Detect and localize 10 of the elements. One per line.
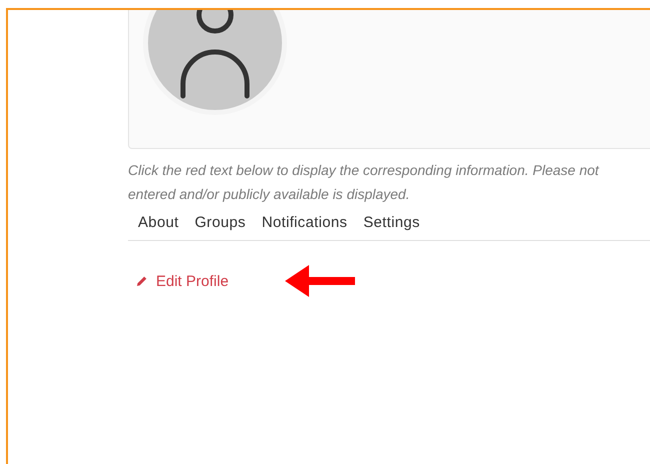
person-icon <box>180 10 250 100</box>
profile-tab[interactable]: Groups <box>186 209 254 235</box>
edit-profile-link[interactable]: Edit Profile <box>136 272 229 290</box>
instruction-text: entered and/or publicly available is displayed. <box>128 185 410 203</box>
profile-tab[interactable]: About <box>130 209 187 235</box>
profile-tab[interactable]: Settings <box>355 209 428 235</box>
instruction-text: Click the red text below to display the corresponding information. Please not <box>128 161 599 179</box>
arrow-icon <box>284 265 355 297</box>
pencil-icon <box>136 275 148 287</box>
profile-tab[interactable]: Notifications <box>254 209 356 235</box>
